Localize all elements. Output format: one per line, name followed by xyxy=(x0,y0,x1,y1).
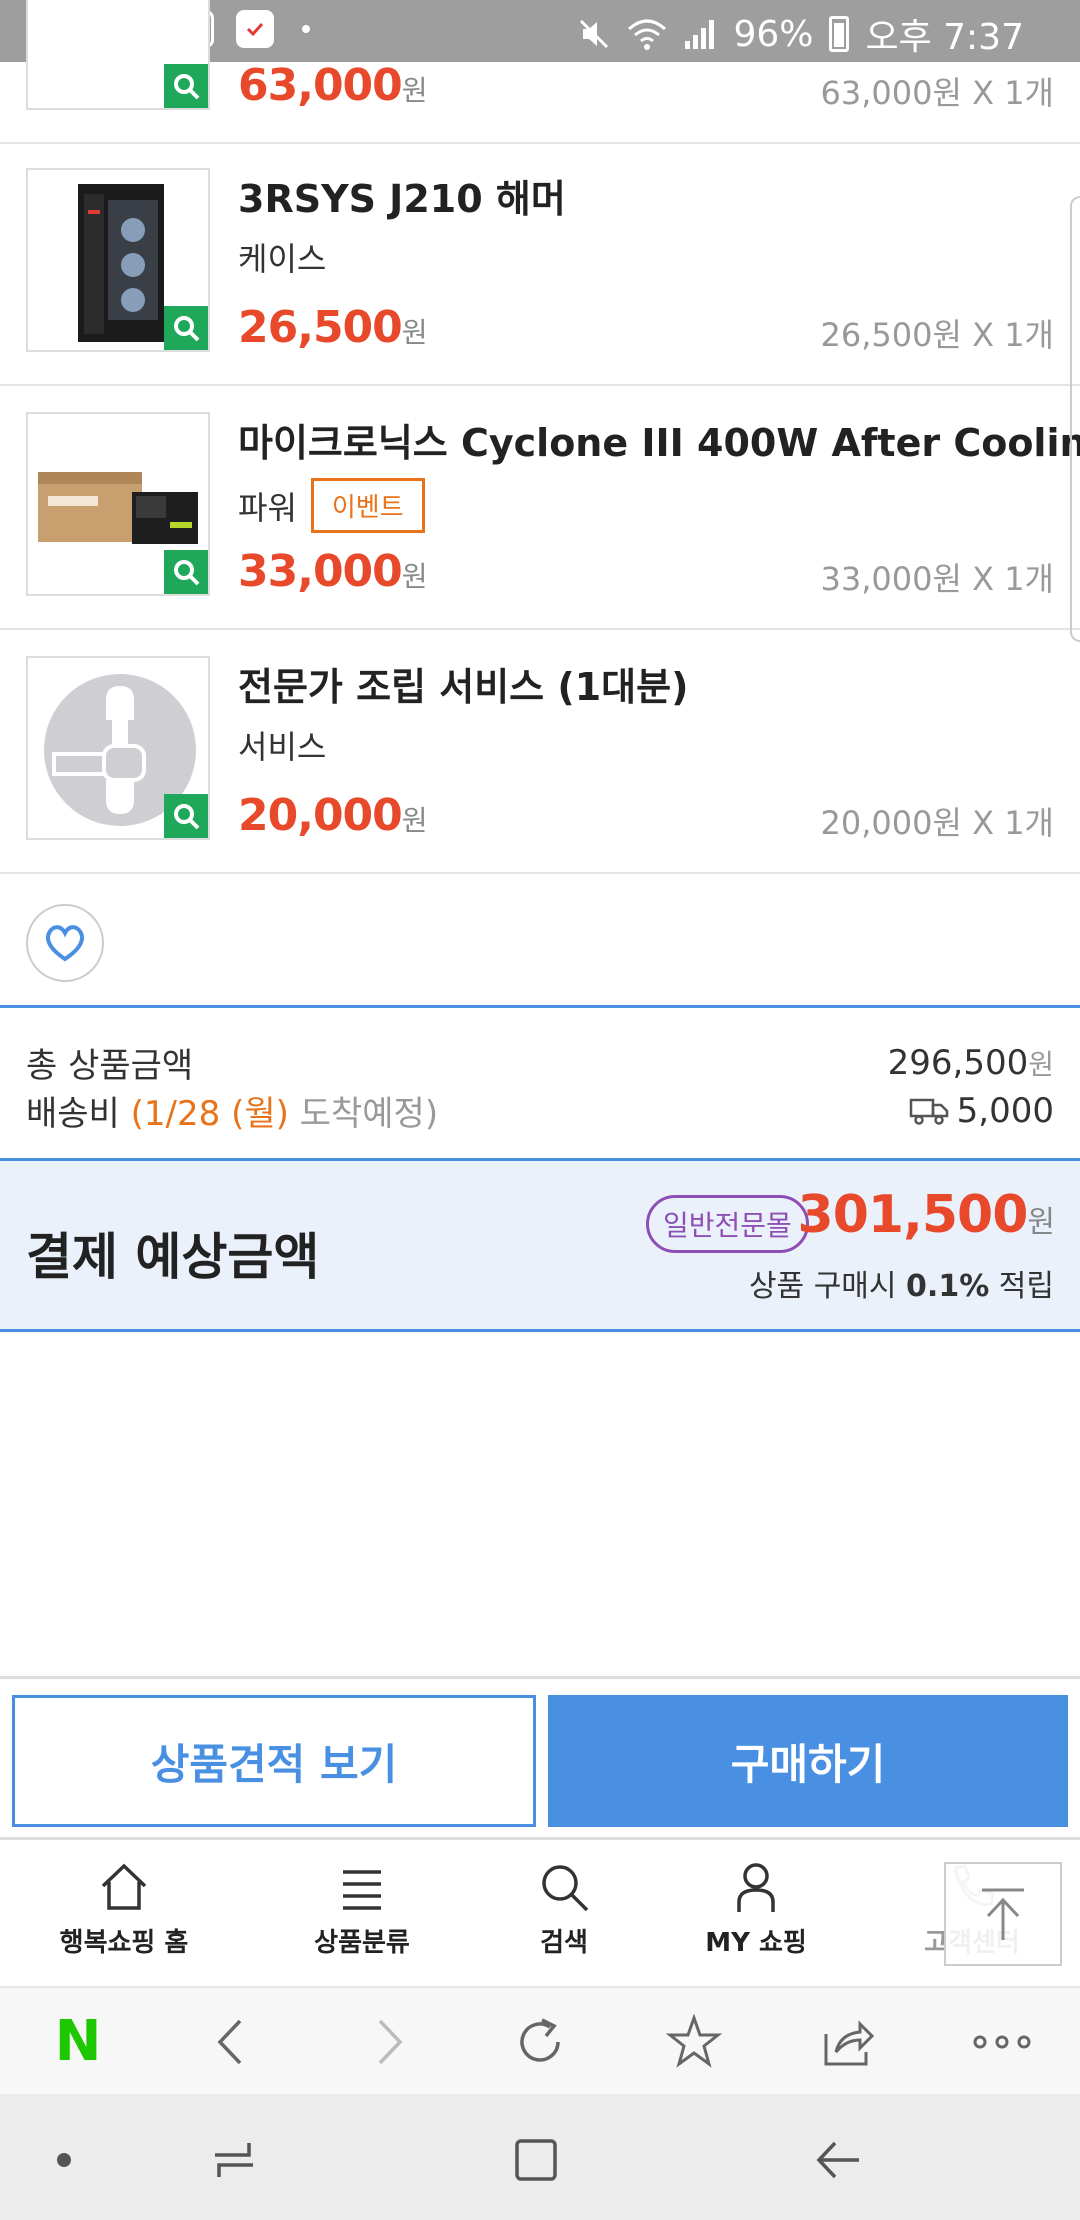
product-total-row: 총 상품금액 296,500원 xyxy=(26,1038,1054,1087)
bookmark-button[interactable] xyxy=(664,2012,724,2072)
heart-icon xyxy=(46,925,84,962)
wishlist-row xyxy=(0,876,1080,1008)
chevron-left-icon xyxy=(217,2019,242,2065)
zoom-icon[interactable] xyxy=(164,794,208,838)
chevron-right-icon xyxy=(378,2019,403,2065)
product-category: 서비스 xyxy=(238,728,327,766)
share-button[interactable] xyxy=(818,2012,878,2072)
product-price: 63,000원 xyxy=(238,60,428,111)
estimate-label: 결제 예상금액 xyxy=(26,1228,320,1286)
product-category: 파워 이벤트 xyxy=(238,478,425,533)
nav-item-search[interactable]: 검색 xyxy=(464,1860,664,1959)
view-quote-button[interactable]: 상품견적 보기 xyxy=(12,1695,536,1827)
scroll-indicator[interactable] xyxy=(1070,196,1080,642)
system-nav-bar xyxy=(0,2094,1080,2220)
product-row[interactable]: 3RSYS J210 해머 케이스 26,500원 26,500원 X 1개 xyxy=(0,142,1080,386)
refresh-button[interactable] xyxy=(510,2012,570,2072)
action-bar: 상품견적 보기 구매하기 xyxy=(0,1676,1080,1840)
recents-button[interactable] xyxy=(206,2132,262,2188)
product-price: 33,000원 xyxy=(238,546,428,597)
product-total-value: 296,500원 xyxy=(887,1042,1054,1083)
shipping-value: 5,000 xyxy=(909,1091,1054,1131)
zoom-icon[interactable] xyxy=(164,550,208,594)
order-totals: 총 상품금액 296,500원 배송비 (1/28 (월) 도착예정) 5,00… xyxy=(0,1008,1080,1158)
product-thumbnail[interactable] xyxy=(26,0,210,110)
product-thumbnail[interactable] xyxy=(26,656,210,840)
shipping-date: (1/28 (월) xyxy=(130,1094,289,1134)
product-quantity: 33,000원 X 1개 xyxy=(820,560,1054,598)
search-icon xyxy=(542,1865,589,1912)
scroll-to-top-button[interactable] xyxy=(944,1862,1062,1966)
product-row[interactable]: 마이크로닉스 Cyclone III 400W After Cooling 파워… xyxy=(0,386,1080,630)
mall-type-badge: 일반전문몰 xyxy=(646,1195,809,1253)
menu-icon xyxy=(343,1870,381,1910)
product-quantity: 20,000원 X 1개 xyxy=(820,804,1054,842)
naver-home-button[interactable]: N xyxy=(48,2012,108,2072)
product-total-label: 총 상품금액 xyxy=(26,1046,194,1086)
event-badge: 이벤트 xyxy=(310,478,425,533)
zoom-icon[interactable] xyxy=(164,306,208,350)
browser-toolbar: N xyxy=(0,1986,1080,2094)
shipping-row: 배송비 (1/28 (월) 도착예정) 5,000 xyxy=(26,1086,1054,1135)
product-price: 26,500원 xyxy=(238,302,428,353)
product-name[interactable]: 마이크로닉스 Cyclone III 400W After Cooling xyxy=(238,412,1080,467)
home-icon xyxy=(101,1863,147,1910)
refresh-icon xyxy=(520,2018,560,2062)
points-info: 상품 구매시 0.1% 적립 xyxy=(748,1269,1054,1304)
home-system-button[interactable] xyxy=(508,2132,564,2188)
product-thumbnail[interactable] xyxy=(26,168,210,352)
buy-button[interactable]: 구매하기 xyxy=(548,1695,1068,1827)
product-name[interactable]: 3RSYS J210 해머 xyxy=(238,168,566,223)
payment-estimate: 결제 예상금액 일반전문몰 301,500원 상품 구매시 0.1% 적립 xyxy=(0,1158,1080,1332)
product-thumbnail[interactable] xyxy=(26,412,210,596)
product-category: 케이스 xyxy=(238,240,327,278)
back-system-button[interactable] xyxy=(810,2132,866,2188)
shipping-arrival: 도착예정) xyxy=(299,1094,439,1134)
user-icon xyxy=(737,1863,775,1912)
shipping-label: 배송비 (1/28 (월) 도착예정) xyxy=(26,1094,439,1134)
site-bottom-nav: 행복쇼핑 홈 상품분류 검색 MY 쇼핑 고객센터 xyxy=(0,1840,1080,1986)
more-icon xyxy=(973,2035,1031,2049)
product-quantity: 63,000원 X 1개 xyxy=(820,74,1054,112)
forward-button[interactable] xyxy=(360,2012,420,2072)
system-dot-icon xyxy=(36,2132,92,2188)
nav-item-categories[interactable]: 상품분류 xyxy=(262,1860,462,1959)
arrow-up-icon xyxy=(982,1888,1024,1940)
product-name[interactable]: 전문가 조립 서비스 (1대분) xyxy=(238,656,688,711)
product-price: 20,000원 xyxy=(238,790,428,841)
square-icon xyxy=(515,2139,557,2181)
nav-item-home[interactable]: 행복쇼핑 홈 xyxy=(24,1860,224,1959)
estimate-total: 301,500원 xyxy=(797,1185,1055,1245)
product-row[interactable]: 전문가 조립 서비스 (1대분) 서비스 20,000원 20,000원 X 1… xyxy=(0,630,1080,874)
product-row[interactable]: 63,000원 63,000원 X 1개 xyxy=(0,0,1080,144)
truck-icon xyxy=(909,1098,948,1125)
recents-icon xyxy=(215,2143,253,2177)
star-icon xyxy=(666,2014,722,2068)
more-button[interactable] xyxy=(972,2012,1032,2072)
back-button[interactable] xyxy=(200,2012,260,2072)
zoom-icon[interactable] xyxy=(164,64,208,108)
share-icon xyxy=(824,2020,875,2066)
arrow-left-icon xyxy=(816,2141,859,2179)
wishlist-button[interactable] xyxy=(26,904,104,982)
nav-item-my-shopping[interactable]: MY 쇼핑 xyxy=(656,1860,856,1959)
naver-logo: N xyxy=(54,2009,102,2074)
product-quantity: 26,500원 X 1개 xyxy=(820,316,1054,354)
